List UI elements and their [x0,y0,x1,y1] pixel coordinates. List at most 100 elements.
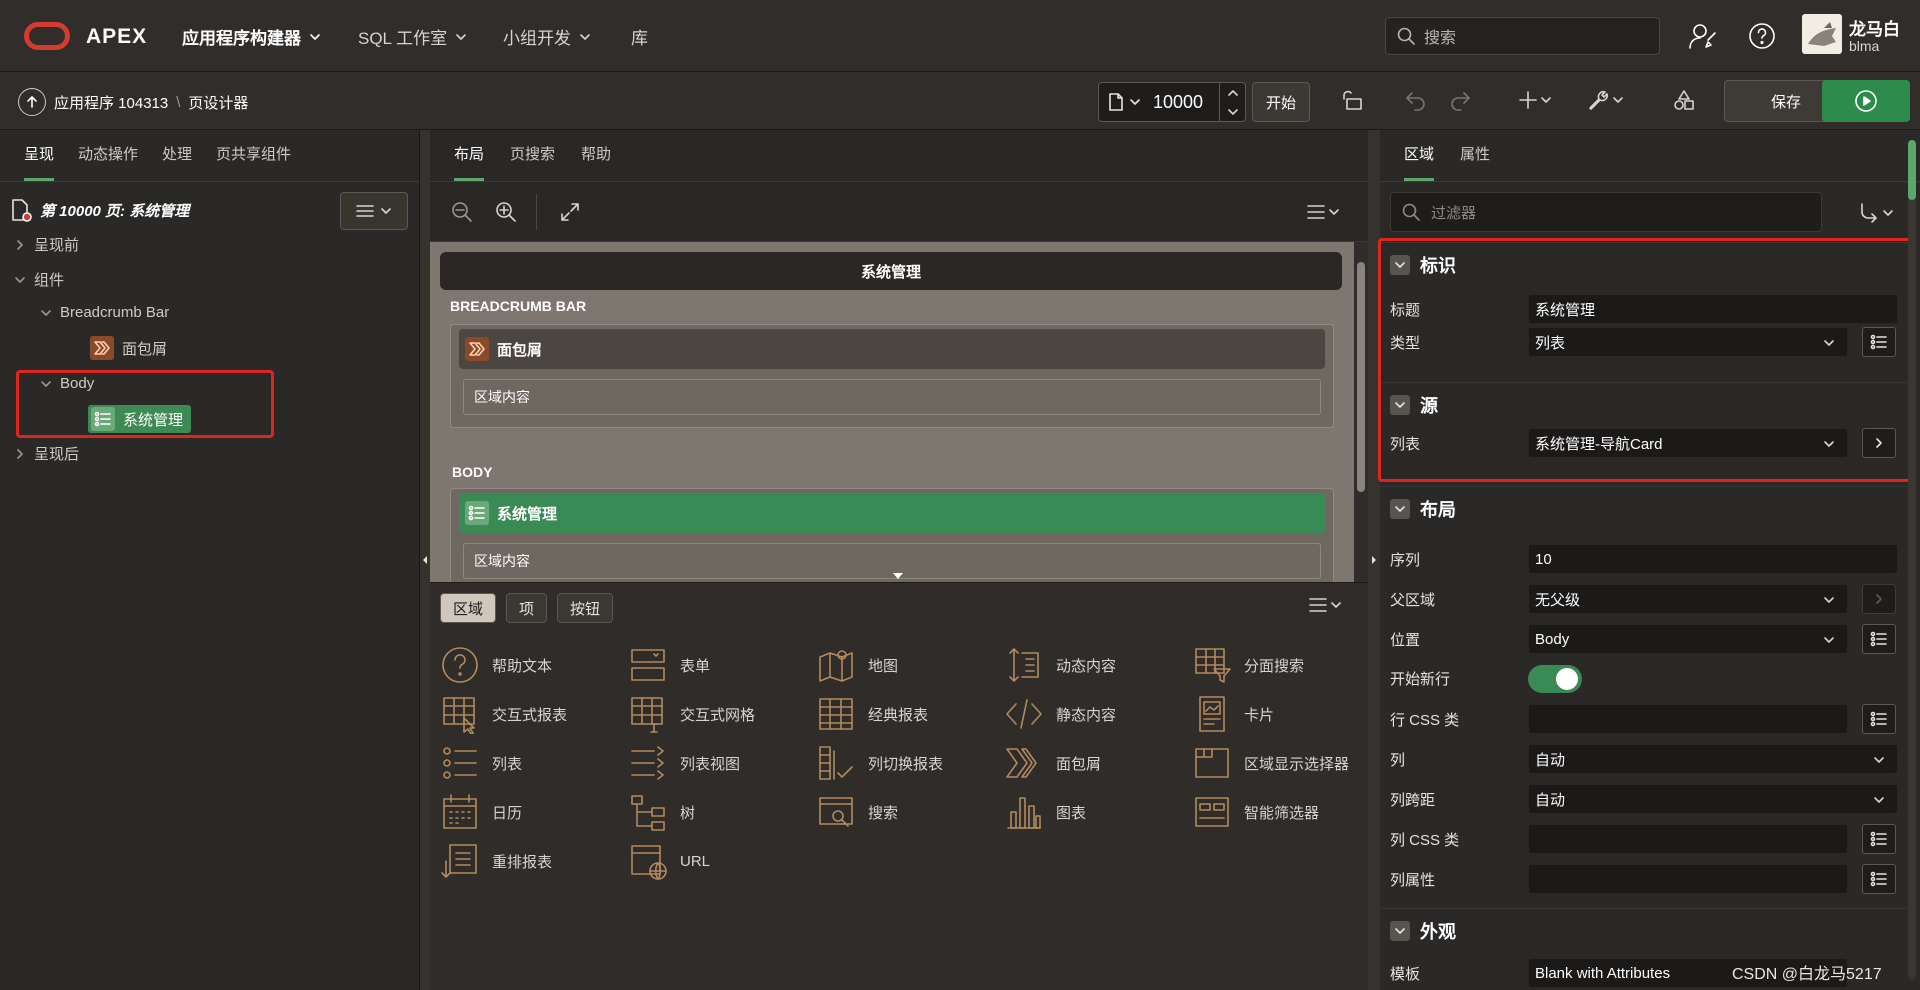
gallery-interactive-report[interactable]: 交互式报表 [440,694,567,734]
tree-components[interactable]: 组件 [14,269,64,290]
gallery-classic-report[interactable]: 经典报表 [816,694,928,734]
column-span-select[interactable]: 自动 [1528,784,1898,814]
redo-icon[interactable] [1448,88,1472,112]
shared-components-icon[interactable] [1672,88,1696,112]
chevron-down-icon[interactable] [14,274,26,286]
slot-breadcrumb-bar[interactable]: BREADCRUMB BAR [450,298,586,314]
tab-shared-components[interactable]: 页共享组件 [216,143,291,181]
gallery-url[interactable]: URL [628,841,710,881]
avatar[interactable] [1802,14,1842,54]
tree-breadcrumb-bar[interactable]: Breadcrumb Bar [40,304,169,321]
tab-attributes[interactable]: 属性 [1460,143,1490,181]
gallery-list-view[interactable]: 列表视图 [628,743,740,783]
run-button[interactable] [1822,80,1910,122]
gallery-faceted-search[interactable]: 分面搜索 [1192,645,1304,685]
gallery-search[interactable]: 搜索 [816,792,898,832]
gallery-reflow-report[interactable]: 重排报表 [440,841,552,881]
gallery-form[interactable]: 表单 [628,645,710,685]
region-header-selected[interactable]: 系统管理 [459,493,1325,533]
region-header[interactable]: 面包屑 [459,329,1325,369]
gallery-list[interactable]: 列表 [440,743,522,783]
zoom-in-icon[interactable] [494,200,518,224]
nav-sql-workshop[interactable]: SQL 工作室 [358,24,467,49]
gallery-static-content[interactable]: 静态内容 [1004,694,1116,734]
help-icon[interactable] [1746,20,1778,52]
user-settings-icon[interactable] [1687,20,1719,52]
page-number-value[interactable]: 10000 [1153,92,1203,113]
sequence-field[interactable]: 10 [1528,544,1898,574]
tab-items[interactable]: 项 [506,593,548,623]
section-appearance[interactable]: 外观 [1380,908,1908,952]
go-button[interactable]: 开始 [1252,82,1310,122]
user-name[interactable]: 龙马白 [1849,15,1900,40]
start-new-row-toggle[interactable] [1528,665,1582,693]
list-picker-icon[interactable] [1862,624,1896,654]
arrow-up-icon[interactable] [18,88,46,116]
column-select[interactable]: 自动 [1528,744,1898,774]
chevron-down-icon[interactable] [1129,96,1141,108]
tab-dynamic-actions[interactable]: 动态操作 [78,143,138,181]
gallery-interactive-grid[interactable]: 交互式网格 [628,694,755,734]
chevron-right-icon[interactable] [1862,584,1896,614]
breadcrumb-app[interactable]: 应用程序 104313 [54,92,168,113]
layout-menu-icon[interactable] [1306,202,1344,222]
tree-page-node[interactable]: 第 10000 页: 系统管理 [10,198,189,222]
canvas-region-breadcrumb[interactable]: 面包屑 区域内容 [450,324,1334,428]
tree-menu-button[interactable] [340,192,408,230]
gallery-map[interactable]: 地图 [816,645,898,685]
gallery-region-display-selector[interactable]: 区域显示选择器 [1192,743,1349,783]
oracle-logo-icon[interactable] [24,22,70,50]
tab-layout[interactable]: 布局 [454,143,485,181]
section-layout[interactable]: 布局 [1380,486,1908,530]
canvas-page-title[interactable]: 系统管理 [440,252,1342,290]
gallery-breadcrumb[interactable]: 面包屑 [1004,743,1101,783]
gallery-calendar[interactable]: 日历 [440,792,522,832]
undo-icon[interactable] [1404,88,1428,112]
tree-breadcrumb-region[interactable]: 面包屑 [90,336,167,360]
expand-icon[interactable] [558,200,582,224]
go-to-group-icon[interactable] [1858,202,1896,224]
canvas-scrollbar[interactable] [1354,242,1368,582]
nav-gallery[interactable]: 库 [631,24,648,49]
region-content[interactable]: 区域内容 [463,379,1321,415]
nav-app-builder[interactable]: 应用程序构建器 [182,24,321,49]
slot-body[interactable]: BODY [452,464,492,480]
nav-team-dev[interactable]: 小组开发 [503,24,591,49]
tree-after-rendering[interactable]: 呈现后 [14,443,79,464]
filter-input[interactable]: 过滤器 [1390,192,1822,232]
row-css-field[interactable] [1528,704,1848,734]
chevron-down-icon[interactable] [40,307,52,319]
search-input[interactable]: 搜索 [1385,17,1660,55]
gallery-tree[interactable]: 树 [628,792,695,832]
tab-buttons[interactable]: 按钮 [557,593,614,623]
chevron-right-icon[interactable] [14,239,26,251]
tab-region[interactable]: 区域 [1404,143,1435,181]
parent-region-select[interactable]: 无父级 [1528,584,1848,614]
list-picker-icon[interactable] [1862,704,1896,734]
gallery-help-text[interactable]: 帮助文本 [440,645,552,685]
tree-before-rendering[interactable]: 呈现前 [14,234,79,255]
list-picker-icon[interactable] [1862,864,1896,894]
tab-rendering[interactable]: 呈现 [24,143,55,181]
gallery-menu-icon[interactable] [1308,595,1346,615]
gallery-chart[interactable]: 图表 [1004,792,1086,832]
page-stepper[interactable] [1219,83,1245,121]
zoom-out-icon[interactable] [450,200,474,224]
apex-logo-text[interactable]: APEX [86,25,147,49]
gallery-smart-filters[interactable]: 智能筛选器 [1192,792,1319,832]
lock-icon[interactable] [1340,88,1364,112]
wrench-icon[interactable] [1586,88,1628,112]
tab-page-search[interactable]: 页搜索 [510,143,555,181]
column-css-field[interactable] [1528,824,1848,854]
add-icon[interactable] [1518,88,1556,112]
tab-processing[interactable]: 处理 [162,143,192,181]
property-scrollbar[interactable] [1908,140,1916,980]
tab-regions[interactable]: 区域 [440,593,497,623]
gallery-dynamic-content[interactable]: 动态内容 [1004,645,1116,685]
column-attributes-field[interactable] [1528,864,1848,894]
chevron-right-icon[interactable] [14,448,26,460]
tab-help[interactable]: 帮助 [581,143,611,181]
list-picker-icon[interactable] [1862,824,1896,854]
canvas-region-body[interactable]: 系统管理 区域内容 [450,488,1334,582]
left-splitter[interactable] [420,130,430,990]
